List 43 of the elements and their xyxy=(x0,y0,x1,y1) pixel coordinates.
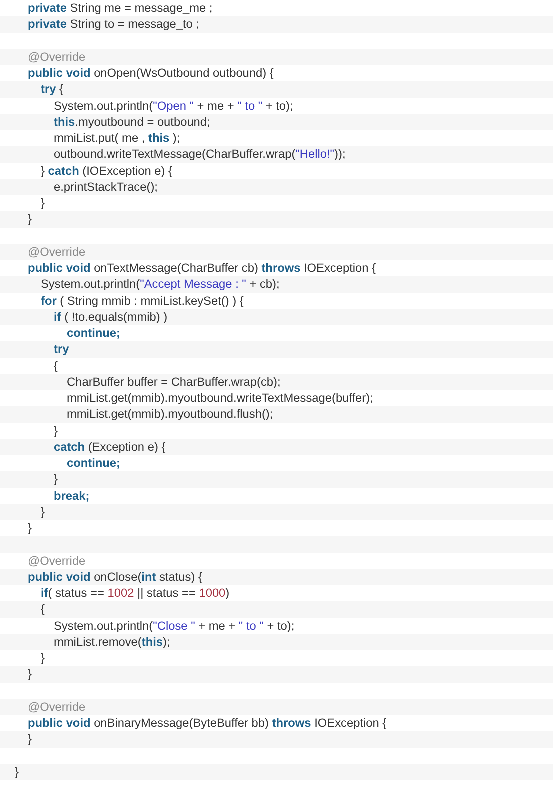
code-line: System.out.println("Accept Message : " + cb); xyxy=(40,277,280,292)
code-line: e.printStackTrace(); xyxy=(53,180,158,194)
code-line: } xyxy=(27,521,32,535)
code-line: mmiList.get(mmib).myoutbound.flush(); xyxy=(66,407,274,422)
code-line: catch (Exception e) { xyxy=(53,440,166,454)
code-line: { xyxy=(53,358,58,372)
code-line: } xyxy=(27,667,32,682)
code-line: mmiList.get(mmib).myoutbound.writeTextMessage(buffer); xyxy=(66,391,374,405)
code-line: System.out.println("Open " + me + " to " + to); xyxy=(53,98,294,112)
code-line: } xyxy=(53,472,58,486)
code-line: @Override xyxy=(27,700,86,714)
code-line: public void onBinaryMessage(ByteBuffer bb) throws IOException { xyxy=(27,716,387,730)
code-line: @Override xyxy=(27,554,86,568)
code-line: } xyxy=(40,196,45,210)
code-line: try xyxy=(53,342,70,356)
code-line: } catch (IOException e) { xyxy=(40,164,173,178)
code-line: mmiList.remove(this); xyxy=(53,634,170,649)
code-line: continue; xyxy=(66,456,121,470)
code-line: private String me = message_me ; xyxy=(27,1,213,15)
code-line: { xyxy=(40,602,45,616)
code-line: outbound.writeTextMessage(CharBuffer.wrap("Hello!")); xyxy=(53,147,346,162)
code-line: if ( !to.equals(mmib) ) xyxy=(53,310,168,324)
code-line: break; xyxy=(53,488,90,502)
code-line: } xyxy=(40,651,45,665)
code-line: private String to = message_to ; xyxy=(27,17,200,32)
code-line: } xyxy=(27,212,32,226)
code-line: public void onClose(int status) { xyxy=(27,570,202,584)
code-line: CharBuffer buffer = CharBuffer.wrap(cb); xyxy=(66,374,281,389)
code-line: try { xyxy=(40,82,64,96)
code-line: if( status == 1002 || status == 1000) xyxy=(40,586,230,600)
code-line: this.myoutbound = outbound; xyxy=(53,114,210,129)
code-line: System.out.println("Close " + me + " to " + to); xyxy=(53,618,295,632)
code-line: } xyxy=(40,504,45,519)
code-line: continue; xyxy=(66,326,121,340)
code-line: @Override xyxy=(27,244,86,259)
code-line: } xyxy=(15,764,19,779)
code-line: @Override xyxy=(27,50,86,64)
code-line: public void onOpen(WsOutbound outbound) { xyxy=(27,66,274,80)
code-line: } xyxy=(27,732,32,746)
code-line: } xyxy=(53,424,58,438)
code-line: for ( String mmib : mmiList.keySet() ) { xyxy=(40,294,244,308)
code-line: mmiList.put( me , this ); xyxy=(53,131,180,145)
code-line: public void onTextMessage(CharBuffer cb) throws IOException { xyxy=(27,261,376,275)
